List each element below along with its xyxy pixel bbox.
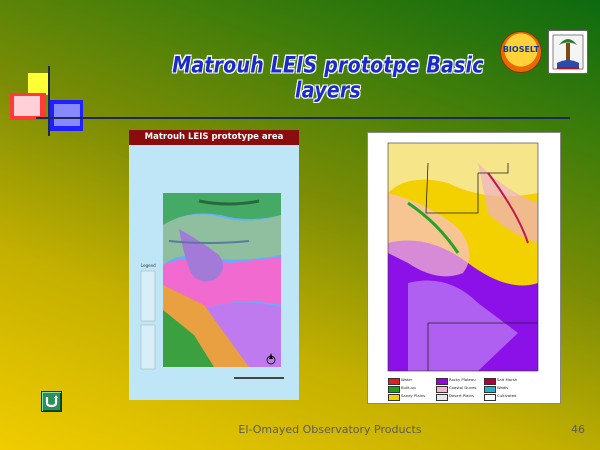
return-arrow-icon [45, 395, 58, 408]
legend-item: Sandy Plains [388, 393, 436, 401]
left-map-image: Legend [140, 193, 284, 379]
legend-label: Rocky Plateau [449, 377, 476, 382]
legend-item: Coastal Dunes [436, 385, 484, 393]
legend-swatch [436, 394, 448, 401]
deco-pink-square [14, 96, 40, 116]
legend-item: Water [388, 377, 436, 385]
legend-swatch [388, 394, 400, 401]
legend-label: Coastal Dunes [449, 385, 477, 390]
legend-swatch [388, 386, 400, 393]
legend-item: Wadis [484, 385, 532, 393]
slide-title: Matrouh LEIS prototpe Basic layers [172, 52, 484, 104]
deco-yellow-square [28, 73, 50, 95]
right-map-panel: Water Built-up Sandy Plains Rocky Plateau Co… [367, 132, 561, 404]
left-map-header: Matrouh LEIS prototype area [129, 130, 299, 145]
legend-swatch [484, 386, 496, 393]
deco-vertical-line [48, 66, 50, 136]
legend-item: Built-up [388, 385, 436, 393]
bioselt-logo-icon: BIOSELT [500, 31, 542, 73]
legend-swatch [484, 378, 496, 385]
legend-label: Water [401, 377, 413, 382]
page-number: 46 [571, 423, 585, 436]
deco-blue-inner [54, 104, 80, 126]
return-button[interactable] [41, 391, 62, 412]
legend-label: Desert Plains [449, 393, 474, 398]
legend-swatch [436, 378, 448, 385]
legend-label: Built-up [401, 385, 416, 390]
legend-swatch [484, 394, 496, 401]
title-underline [36, 117, 570, 119]
legend-item: Desert Plains [436, 393, 484, 401]
legend-item: Rocky Plateau [436, 377, 484, 385]
right-map-legend: Water Built-up Sandy Plains Rocky Plateau Co… [388, 377, 558, 403]
right-map-image [387, 142, 539, 372]
legend-swatch [436, 386, 448, 393]
university-logo-icon [548, 30, 588, 74]
bioselt-logo-label: BIOSELT [502, 45, 540, 54]
legend-item: Cultivated [484, 393, 532, 401]
legend-label: Wadis [497, 385, 509, 390]
legend-label: Cultivated [497, 393, 517, 398]
legend-label: Sandy Plains [401, 393, 426, 398]
left-map-panel: Matrouh LEIS prototype area Legend [129, 130, 299, 400]
legend-swatch [388, 378, 400, 385]
footer-text: El-Omayed Observatory Products [238, 423, 422, 436]
left-map-legend-title: Legend [141, 263, 156, 268]
legend-item: Salt Marsh [484, 377, 532, 385]
legend-label: Salt Marsh [497, 377, 518, 382]
